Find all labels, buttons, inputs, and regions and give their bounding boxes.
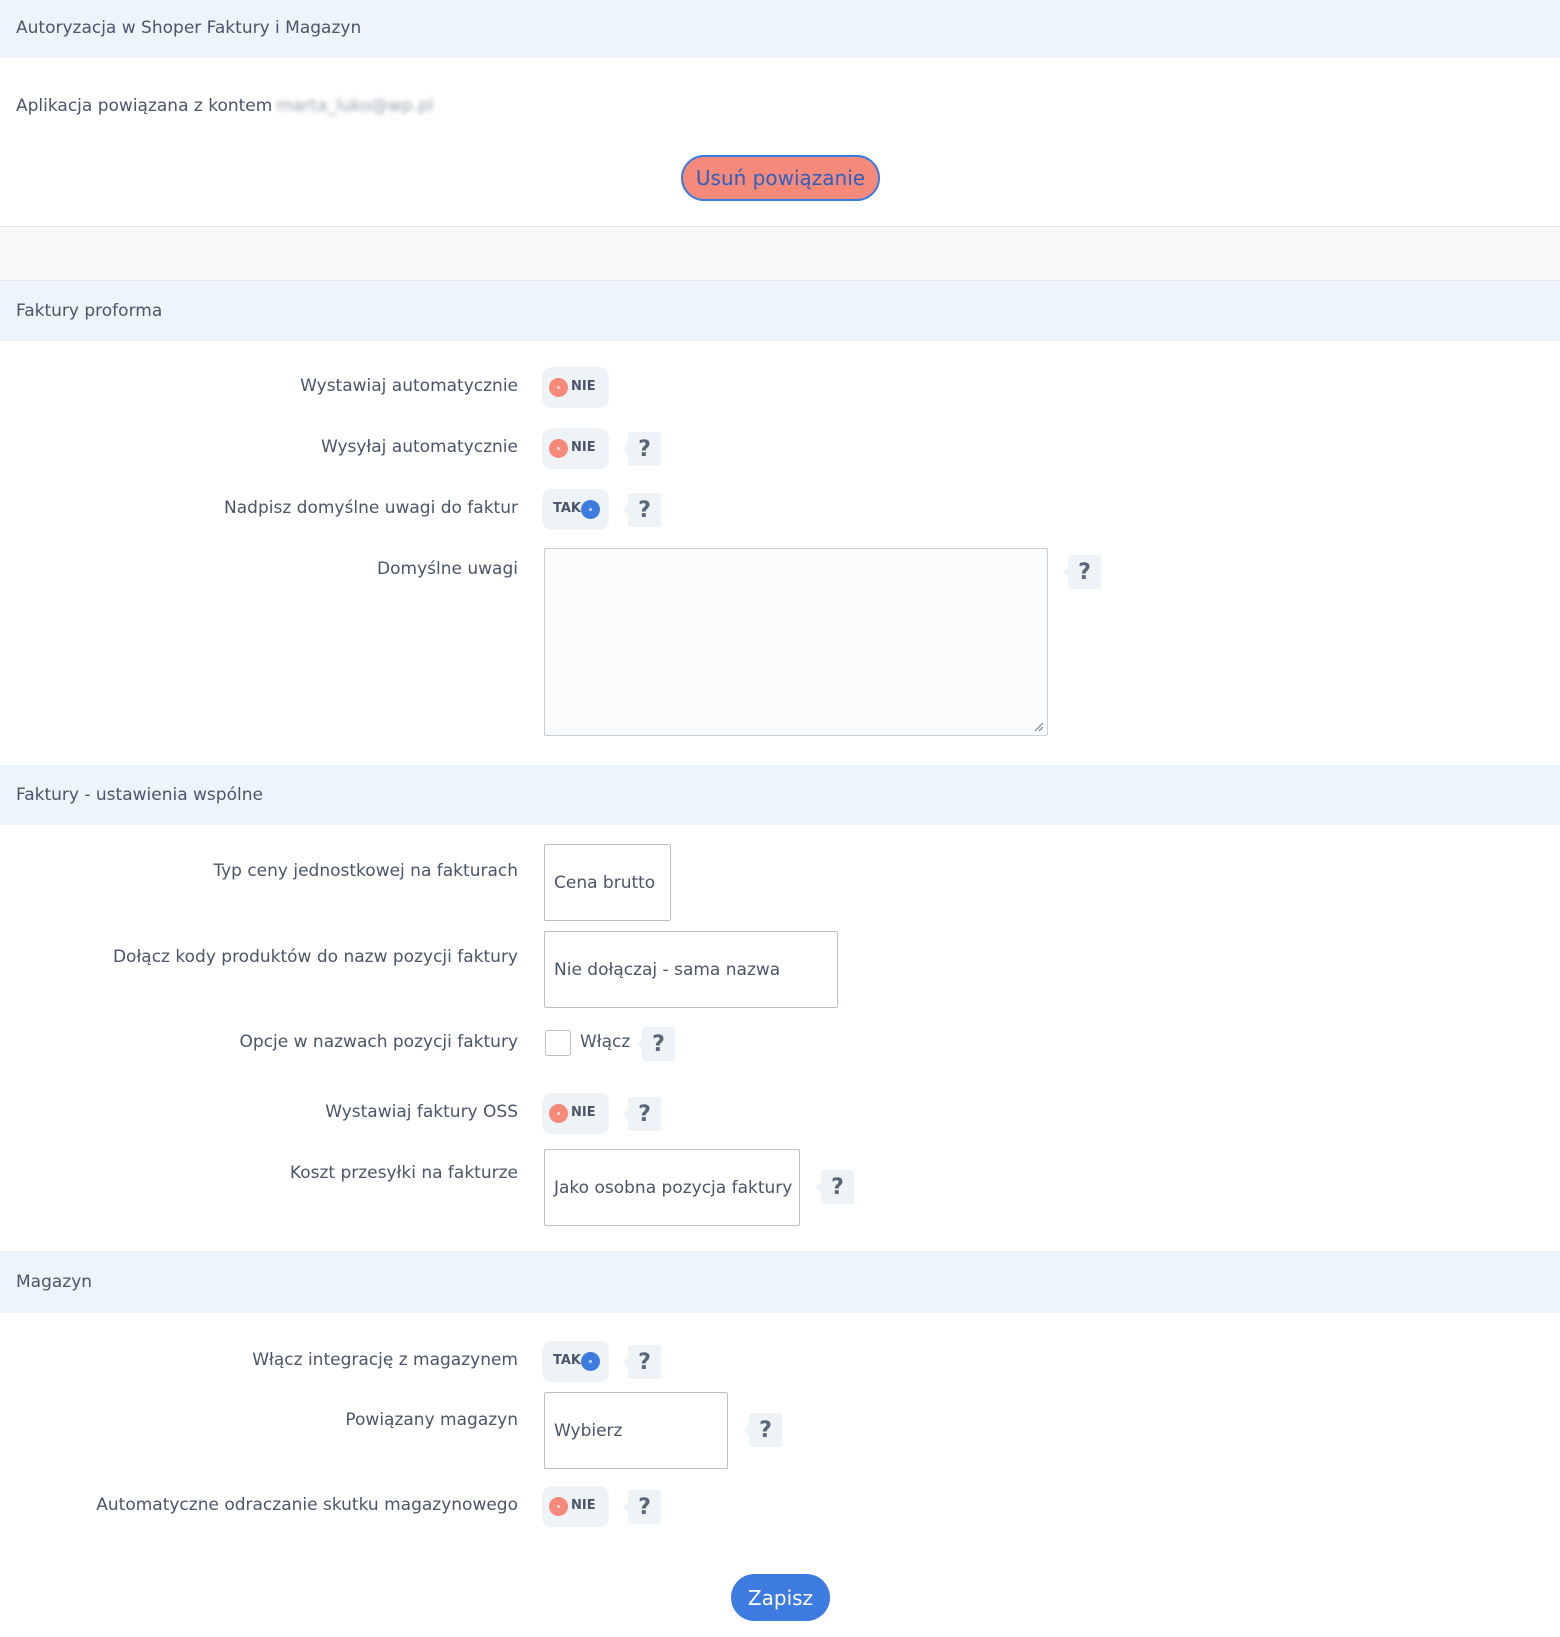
unlink-account-button[interactable]: Usuń powiązanie	[681, 155, 880, 201]
toggle-knob	[581, 500, 600, 519]
shipping-cost-help-icon[interactable]: ?	[816, 1170, 854, 1204]
warehouse-integration-help-icon[interactable]: ?	[623, 1345, 661, 1379]
default-notes-label: Domyślne uwagi	[377, 559, 518, 579]
options-in-names-checkbox-label[interactable]: Włącz	[580, 1032, 630, 1052]
toggle-knob	[581, 1352, 600, 1371]
oss-toggle[interactable]: NIE	[542, 1093, 609, 1134]
proforma-section-title: Faktury proforma	[16, 301, 163, 321]
section-spacer	[0, 226, 1560, 281]
auto-send-help-icon[interactable]: ?	[623, 432, 661, 466]
override-notes-help-icon[interactable]: ?	[623, 493, 661, 527]
defer-effect-toggle[interactable]: NIE	[542, 1486, 609, 1527]
linked-account-email: marta_luko@wp.pl	[276, 96, 434, 116]
resize-grip-icon[interactable]	[1034, 722, 1044, 732]
toggle-knob	[549, 378, 568, 397]
linked-warehouse-help-icon[interactable]: ?	[744, 1413, 782, 1447]
auto-issue-label: Wystawiaj automatycznie	[300, 376, 518, 396]
warehouse-section-title: Magazyn	[16, 1272, 93, 1292]
warehouse-header-band: Magazyn	[0, 1251, 1560, 1313]
toggle-knob	[549, 1497, 568, 1516]
price-type-label: Typ ceny jednostkowej na fakturach	[213, 861, 518, 881]
toggle-knob	[549, 439, 568, 458]
toggle-state: TAK	[553, 1353, 581, 1368]
warehouse-integration-label: Włącz integrację z magazynem	[252, 1350, 518, 1370]
options-in-names-label: Opcje w nazwach pozycji faktury	[239, 1032, 518, 1052]
proforma-header-band: Faktury proforma	[0, 281, 1560, 341]
common-section-title: Faktury - ustawienia wspólne	[16, 785, 263, 805]
warehouse-integration-toggle[interactable]: TAK	[542, 1341, 609, 1382]
toggle-state: NIE	[571, 379, 596, 394]
default-notes-help-icon[interactable]: ?	[1063, 555, 1101, 589]
linked-account-prefix: Aplikacja powiązana z kontem	[16, 96, 273, 116]
options-in-names-help-icon[interactable]: ?	[637, 1027, 675, 1061]
linked-warehouse-value: Wybierz	[554, 1420, 623, 1441]
linked-account-line: Aplikacja powiązana z kontem marta_luko@w…	[16, 96, 434, 116]
shipping-cost-label: Koszt przesyłki na fakturze	[289, 1163, 518, 1183]
default-notes-textarea[interactable]	[544, 548, 1048, 736]
linked-warehouse-select[interactable]: Wybierz	[544, 1392, 728, 1469]
product-codes-label: Dołącz kody produktów do nazw pozycji fa…	[112, 947, 518, 967]
toggle-state: TAK	[553, 501, 581, 516]
price-type-select[interactable]: Cena brutto	[544, 844, 671, 921]
shipping-cost-value: Jako osobna pozycja faktury	[554, 1177, 793, 1198]
options-in-names-checkbox[interactable]	[545, 1030, 571, 1056]
auto-send-label: Wysyłaj automatycznie	[320, 437, 518, 457]
auto-issue-toggle[interactable]: NIE	[542, 367, 609, 408]
toggle-knob	[549, 1104, 568, 1123]
oss-label: Wystawiaj faktury OSS	[325, 1102, 518, 1122]
save-button[interactable]: Zapisz	[731, 1574, 830, 1621]
auto-send-toggle[interactable]: NIE	[542, 428, 609, 469]
product-codes-select[interactable]: Nie dołączaj - sama nazwa	[544, 931, 838, 1008]
common-header-band: Faktury - ustawienia wspólne	[0, 765, 1560, 825]
override-notes-label: Nadpisz domyślne uwagi do faktur	[224, 498, 518, 518]
oss-help-icon[interactable]: ?	[623, 1097, 661, 1131]
auth-section-title: Autoryzacja w Shoper Faktury i Magazyn	[16, 18, 362, 38]
linked-warehouse-label: Powiązany magazyn	[345, 1410, 518, 1430]
toggle-state: NIE	[571, 1498, 596, 1513]
shipping-cost-select[interactable]: Jako osobna pozycja faktury	[544, 1149, 800, 1226]
product-codes-value: Nie dołączaj - sama nazwa	[554, 959, 781, 980]
override-notes-toggle[interactable]: TAK	[542, 489, 609, 530]
defer-effect-help-icon[interactable]: ?	[623, 1490, 661, 1524]
auth-header-band: Autoryzacja w Shoper Faktury i Magazyn	[0, 0, 1560, 58]
toggle-state: NIE	[571, 1105, 596, 1120]
price-type-value: Cena brutto	[554, 872, 656, 893]
defer-effect-label: Automatyczne odraczanie skutku magazynow…	[96, 1495, 518, 1515]
toggle-state: NIE	[571, 440, 596, 455]
